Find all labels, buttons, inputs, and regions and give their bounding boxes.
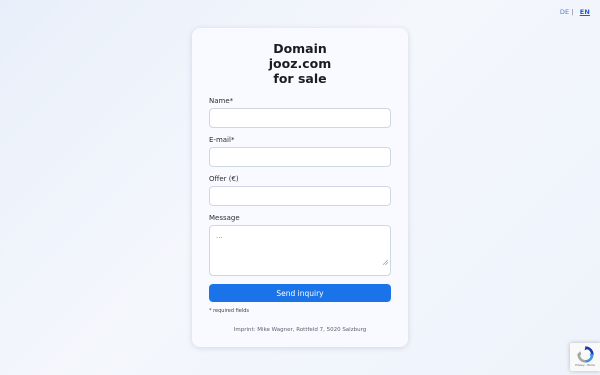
recaptcha-links[interactable]: Privacy - Terms <box>570 364 600 367</box>
send-inquiry-button[interactable]: Send inquiry <box>209 284 391 302</box>
offer-field[interactable] <box>209 186 391 206</box>
title-line-for-sale: for sale <box>273 71 327 86</box>
inquiry-card: Domain jooz.com for sale Name* E-mail* O… <box>192 28 408 347</box>
language-switch: DE | EN <box>560 8 590 16</box>
required-fields-note: * required fields <box>209 308 250 314</box>
recaptcha-icon <box>576 346 594 363</box>
email-field[interactable] <box>209 147 391 167</box>
recaptcha-badge[interactable]: Privacy - Terms <box>570 343 600 371</box>
message-field-wrapper <box>209 225 391 276</box>
message-field[interactable] <box>209 225 391 276</box>
page-title: Domain jooz.com for sale <box>209 41 391 86</box>
name-field[interactable] <box>209 108 391 128</box>
imprint-text: Imprint: Mike Wagner, Rottfeld 7, 5020 S… <box>233 327 367 333</box>
message-label: Message <box>209 214 240 222</box>
email-label: E-mail* <box>209 136 235 144</box>
title-line-domain-name: jooz.com <box>268 56 332 71</box>
offer-label: Offer (€) <box>209 175 239 183</box>
language-de-link[interactable]: DE <box>560 8 570 16</box>
name-label: Name* <box>209 97 234 105</box>
language-separator: | <box>571 8 574 16</box>
language-en-link[interactable]: EN <box>580 8 590 16</box>
resize-handle-icon[interactable] <box>383 260 388 265</box>
title-line-domain: Domain <box>273 41 327 56</box>
